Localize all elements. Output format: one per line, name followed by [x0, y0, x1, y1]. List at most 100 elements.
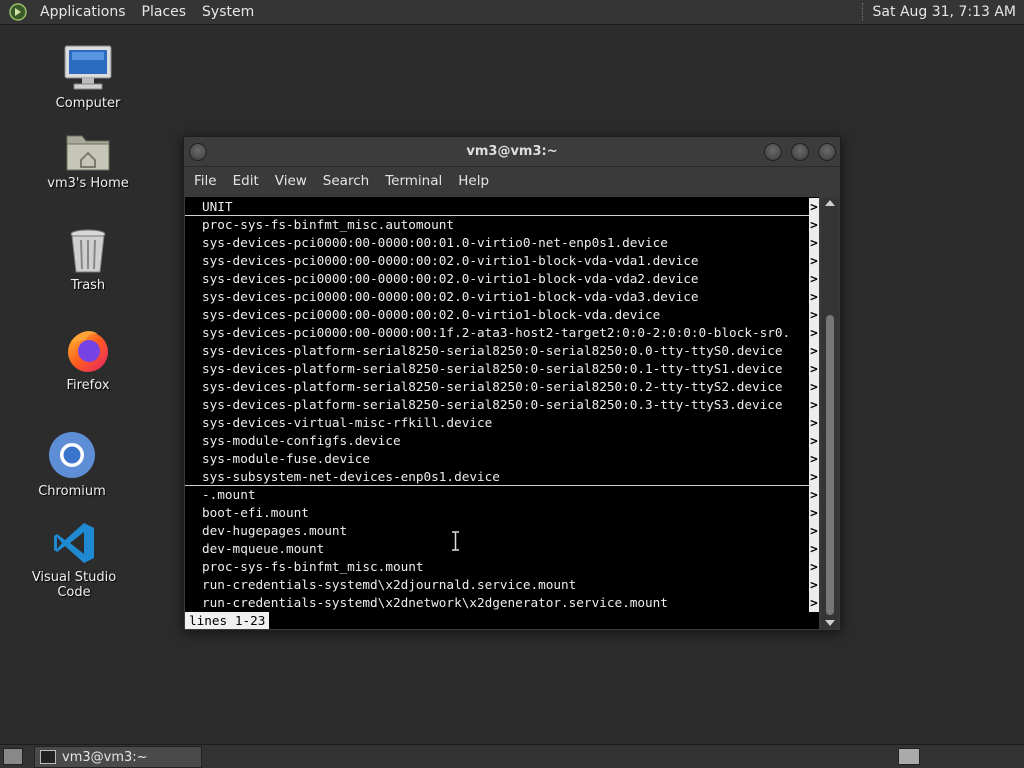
- terminal-window[interactable]: vm3@vm3:~ File Edit View Search Terminal…: [183, 136, 841, 631]
- terminal-line-text: sys-devices-pci0000:00-0000:00:02.0-virt…: [202, 271, 699, 286]
- terminal-line-text: dev-hugepages.mount: [202, 523, 348, 538]
- line-overflow-marker: >: [809, 522, 819, 540]
- terminal-line: dev-hugepages.mount >: [185, 522, 819, 540]
- desktop-icon-firefox[interactable]: Firefox: [48, 326, 128, 393]
- window-title: vm3@vm3:~: [466, 144, 558, 159]
- terminal-output[interactable]: UNIT > proc-sys-fs-binfmt_misc.automount > s…: [185, 197, 819, 629]
- menu-view[interactable]: View: [267, 173, 315, 189]
- terminal-line: run-credentials-systemd\x2dnetwork\x2dge…: [185, 594, 819, 612]
- vertical-scrollbar[interactable]: [821, 197, 839, 629]
- line-overflow-marker: >: [809, 198, 819, 216]
- desktop-icon-label: Chromium: [38, 484, 106, 499]
- terminal-line-text: sys-devices-pci0000:00-0000:00:01.0-virt…: [202, 235, 668, 250]
- desktop-icon-home[interactable]: vm3's Home: [38, 128, 138, 191]
- line-overflow-marker: >: [809, 342, 819, 360]
- terminal-line: sys-devices-virtual-misc-rfkill.device >: [185, 414, 819, 432]
- terminal-icon: [40, 750, 56, 764]
- line-overflow-marker: >: [809, 306, 819, 324]
- places-menu[interactable]: Places: [134, 0, 195, 25]
- terminal-line-text: sys-subsystem-net-devices-enp0s1.device: [202, 469, 500, 484]
- terminal-line-text: sys-devices-platform-serial8250-serial82…: [202, 379, 783, 394]
- terminal-line: UNIT >: [185, 198, 819, 216]
- terminal-line-text: -.mount: [202, 487, 256, 502]
- menu-edit[interactable]: Edit: [225, 173, 267, 189]
- desktop-icon-label: Trash: [70, 278, 106, 293]
- terminal-line-text: sys-devices-pci0000:00-0000:00:1f.2-ata3…: [202, 325, 791, 340]
- desktop-icon-computer[interactable]: Computer: [48, 44, 128, 111]
- terminal-line-text: run-credentials-systemd\x2dnetwork\x2dge…: [202, 595, 668, 610]
- line-overflow-marker: >: [809, 594, 819, 612]
- menu-file[interactable]: File: [186, 173, 225, 189]
- line-overflow-marker: >: [809, 252, 819, 270]
- text-cursor-icon: [452, 531, 459, 551]
- desktop-icon-trash[interactable]: Trash: [48, 228, 128, 293]
- home-folder-icon: [66, 135, 110, 171]
- terminal-line-text: UNIT: [202, 199, 233, 214]
- panel-separator: [861, 3, 865, 21]
- terminal-line: proc-sys-fs-binfmt_misc.automount >: [185, 216, 819, 234]
- terminal-line: sys-devices-pci0000:00-0000:00:02.0-virt…: [185, 252, 819, 270]
- line-overflow-marker: >: [809, 468, 819, 486]
- terminal-line-text: sys-devices-virtual-misc-rfkill.device: [202, 415, 493, 430]
- terminal-menubar: File Edit View Search Terminal Help: [184, 167, 840, 195]
- menu-terminal[interactable]: Terminal: [377, 173, 450, 189]
- terminal-line-text: sys-devices-pci0000:00-0000:00:02.0-virt…: [202, 289, 699, 304]
- terminal-line: dev-mqueue.mount >: [185, 540, 819, 558]
- terminal-line-text: proc-sys-fs-binfmt_misc.automount: [202, 217, 455, 232]
- desktop-icon-label: Visual Studio Code: [31, 570, 117, 600]
- line-overflow-marker: >: [809, 270, 819, 288]
- line-overflow-marker: >: [809, 216, 819, 234]
- scrollbar-thumb[interactable]: [826, 315, 834, 615]
- menu-search[interactable]: Search: [315, 173, 377, 189]
- bottom-panel: vm3@vm3:~: [0, 744, 1024, 768]
- terminal-line-text: sys-module-configfs.device: [202, 433, 401, 448]
- show-desktop-icon[interactable]: [3, 748, 23, 765]
- terminal-line: sys-devices-pci0000:00-0000:00:02.0-virt…: [185, 288, 819, 306]
- desktop-icon-label: Computer: [55, 96, 121, 111]
- terminal-line-text: proc-sys-fs-binfmt_misc.mount: [202, 559, 424, 574]
- terminal-line: run-credentials-systemd\x2djournald.serv…: [185, 576, 819, 594]
- line-overflow-marker: >: [809, 234, 819, 252]
- clock[interactable]: Sat Aug 31, 7:13 AM: [873, 4, 1024, 20]
- scroll-up-arrow-icon[interactable]: [825, 200, 835, 206]
- terminal-line: sys-module-configfs.device >: [185, 432, 819, 450]
- line-overflow-marker: >: [809, 378, 819, 396]
- desktop-icon-vscode[interactable]: Visual Studio Code: [14, 520, 134, 600]
- system-menu[interactable]: System: [194, 0, 262, 25]
- menu-help[interactable]: Help: [450, 173, 497, 189]
- workspace-switcher-icon[interactable]: [898, 748, 920, 765]
- terminal-line: sys-module-fuse.device >: [185, 450, 819, 468]
- line-overflow-marker: >: [809, 432, 819, 450]
- terminal-line: sys-devices-platform-serial8250-serial82…: [185, 360, 819, 378]
- firefox-icon: [68, 331, 108, 372]
- line-overflow-marker: >: [809, 504, 819, 522]
- line-overflow-marker: >: [809, 414, 819, 432]
- applications-logo-icon[interactable]: [8, 2, 28, 22]
- terminal-line-text: sys-module-fuse.device: [202, 451, 371, 466]
- terminal-line-text: run-credentials-systemd\x2djournald.serv…: [202, 577, 577, 592]
- terminal-line: sys-devices-pci0000:00-0000:00:01.0-virt…: [185, 234, 819, 252]
- line-overflow-marker: >: [809, 576, 819, 594]
- line-overflow-marker: >: [809, 324, 819, 342]
- taskbar-window-label: vm3@vm3:~: [62, 749, 148, 765]
- terminal-line-text: sys-devices-pci0000:00-0000:00:02.0-virt…: [202, 253, 699, 268]
- terminal-line-text: boot-efi.mount: [202, 505, 309, 520]
- desktop-icon-chromium[interactable]: Chromium: [32, 430, 112, 499]
- terminal-line: sys-subsystem-net-devices-enp0s1.device >: [185, 468, 819, 486]
- line-overflow-marker: >: [809, 558, 819, 576]
- taskbar-window-button[interactable]: vm3@vm3:~: [34, 746, 202, 768]
- terminal-line: -.mount >: [185, 486, 819, 504]
- computer-icon: [64, 45, 112, 90]
- terminal-line-text: sys-devices-pci0000:00-0000:00:02.0-virt…: [202, 307, 661, 322]
- close-button[interactable]: [818, 143, 836, 161]
- scroll-down-arrow-icon[interactable]: [825, 620, 835, 626]
- terminal-line: sys-devices-platform-serial8250-serial82…: [185, 378, 819, 396]
- minimize-button[interactable]: [764, 143, 782, 161]
- maximize-button[interactable]: [791, 143, 809, 161]
- window-menu-button[interactable]: [189, 143, 207, 161]
- applications-menu[interactable]: Applications: [32, 0, 134, 25]
- desktop-icon-label: Firefox: [66, 378, 110, 393]
- terminal-line-text: sys-devices-platform-serial8250-serial82…: [202, 397, 783, 412]
- window-titlebar[interactable]: vm3@vm3:~: [184, 137, 840, 167]
- vscode-icon: [54, 523, 94, 563]
